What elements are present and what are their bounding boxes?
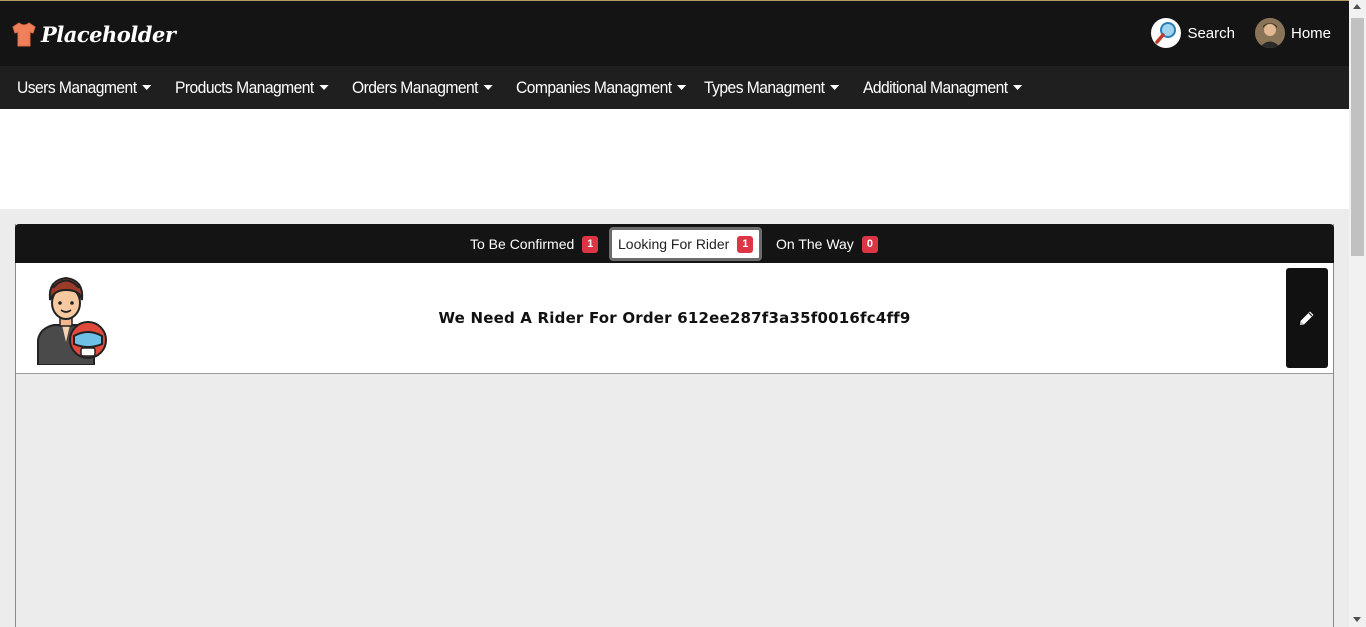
order-status-tabs: To Be Confirmed 1 Looking For Rider 1 On… [15,224,1334,263]
user-avatar [1254,18,1285,48]
tab-to-be-confirmed[interactable]: To Be Confirmed 1 [470,231,599,257]
header-actions: Search Home [1151,18,1331,48]
search-label: Search [1187,24,1235,42]
nav-label: Additional Managment [863,77,1008,97]
caret-down-icon [142,85,152,90]
home-label: Home [1290,24,1331,42]
count-badge: 0 [861,235,878,253]
nav-label: Users Managment [17,77,137,97]
top-header: Placeholder Search Home [0,0,1349,66]
caret-down-icon [677,85,687,90]
order-card: We Need A Rider For Order 612ee287f3a35f… [16,263,1333,374]
page-scrollbar[interactable] [1349,0,1366,627]
brand-name: Placeholder [41,21,176,47]
nav-companies-managment[interactable]: Companies Managment [516,78,689,98]
tab-label: Looking For Rider [618,236,730,252]
pencil-icon [1300,311,1314,325]
nav-types-managment[interactable]: Types Managment [704,78,850,98]
nav-label: Types Managment [704,77,825,97]
caret-down-icon [483,85,493,90]
edit-order-button[interactable] [1286,268,1328,368]
caret-down-icon [829,85,840,90]
main-navbar: Users Managment Products Managment Order… [0,66,1349,109]
caret-down-icon [1013,85,1023,90]
nav-users-managment[interactable]: Users Managment [17,78,162,98]
nav-label: Products Managment [175,77,314,97]
magnifier-icon [1151,18,1182,48]
caret-down-icon [319,85,329,90]
banner-space [0,109,1349,209]
scroll-down-icon[interactable] [1353,617,1361,622]
tab-looking-for-rider[interactable]: Looking For Rider 1 [609,227,763,261]
nav-additional-managment[interactable]: Additional Managment [863,77,1023,98]
tab-label: On The Way [776,236,854,252]
order-message: We Need A Rider For Order 612ee287f3a35f… [438,309,911,327]
count-badge: 1 [582,235,599,253]
nav-label: Orders Managment [352,77,478,97]
search-link[interactable]: Search [1151,18,1235,48]
tab-on-the-way[interactable]: On The Way 0 [776,231,878,257]
tab-label: To Be Confirmed [470,236,575,252]
nav-orders-managment[interactable]: Orders Managment [352,78,503,98]
scroll-up-icon[interactable] [1353,4,1361,9]
brand-logo[interactable]: Placeholder [10,20,176,48]
home-link[interactable]: Home [1254,18,1331,48]
scroll-thumb[interactable] [1351,18,1364,256]
nav-label: Companies Managment [516,77,672,97]
count-badge: 1 [737,235,754,253]
nav-products-managment[interactable]: Products Managment [175,78,338,98]
shirt-icon [12,22,36,47]
